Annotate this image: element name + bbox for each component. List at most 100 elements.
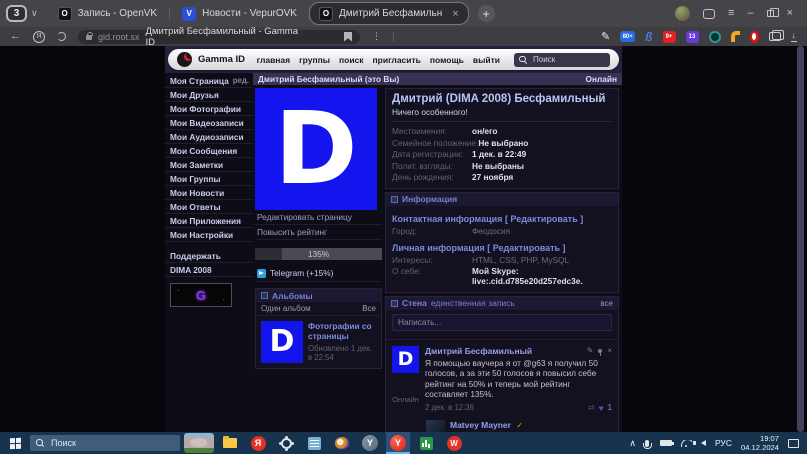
- post-pin-icon[interactable]: [598, 349, 602, 353]
- teal-extension-icon[interactable]: [709, 31, 721, 43]
- raise-rating-link[interactable]: Повысить рейтинг: [255, 225, 382, 240]
- toolbar-dots-icon[interactable]: ⋮: [372, 32, 381, 41]
- blue-badge-extension-icon[interactable]: 80+: [620, 31, 635, 42]
- spreadsheet-app-button[interactable]: [414, 432, 438, 454]
- personal-edit-link[interactable]: [ Редактировать ]: [487, 243, 565, 253]
- taskbar-search-box[interactable]: [30, 435, 180, 451]
- downloads-icon[interactable]: ↓: [791, 31, 798, 42]
- widgets-rhino-button[interactable]: [184, 433, 214, 453]
- edit-page-link[interactable]: Редактировать страницу: [255, 210, 382, 225]
- profile-avatar[interactable]: D: [255, 88, 377, 210]
- tab-openvk[interactable]: O Запись - OpenVK: [46, 0, 170, 27]
- beta-extension-icon[interactable]: ß: [645, 30, 652, 44]
- nav-search[interactable]: поиск: [339, 55, 364, 65]
- file-explorer-button[interactable]: [218, 432, 242, 454]
- album-thumbnail[interactable]: D: [261, 321, 303, 363]
- nav-home[interactable]: главная: [257, 55, 291, 65]
- orange-extension-icon[interactable]: [731, 31, 740, 42]
- post-like-icon[interactable]: ♥: [599, 403, 604, 413]
- sidebar-item-apps[interactable]: Мои Приложения: [165, 214, 253, 228]
- tab-close-icon[interactable]: ×: [452, 8, 458, 20]
- pen-extension-icon[interactable]: ✎: [601, 30, 610, 43]
- collections-extension-icon[interactable]: [769, 32, 781, 41]
- yandex-services-icon[interactable]: Я: [33, 31, 45, 43]
- refresh-icon[interactable]: [57, 32, 66, 41]
- notes-app-button[interactable]: [302, 432, 326, 454]
- album-title-link[interactable]: Фотографии со страницы: [308, 321, 376, 342]
- sidebar-item-audios[interactable]: Мои Аудиозаписи: [165, 130, 253, 144]
- battery-icon[interactable]: [660, 440, 672, 446]
- comment-author-avatar[interactable]: [426, 420, 445, 432]
- bookmark-icon[interactable]: [344, 32, 352, 42]
- language-indicator[interactable]: РУС: [715, 438, 732, 448]
- red-oval-extension-icon[interactable]: [750, 31, 759, 43]
- sidebar-item-support[interactable]: Поддержать: [165, 249, 253, 263]
- wall-all-link[interactable]: все: [600, 299, 613, 308]
- sidebar-item-friends[interactable]: Мои Друзья: [165, 88, 253, 102]
- comment-author-link[interactable]: Matvey Mayner: [450, 420, 511, 430]
- sidebar-item-videos[interactable]: Мои Видеозаписи: [165, 116, 253, 130]
- post-delete-icon[interactable]: ×: [607, 346, 612, 355]
- gamma-id-logo-icon[interactable]: [177, 52, 192, 67]
- sidebar-item-notes[interactable]: Мои Заметки: [165, 158, 253, 172]
- post-repost-icon[interactable]: ⇄: [588, 403, 595, 412]
- yandex-app-button[interactable]: Я: [246, 432, 270, 454]
- restore-window-icon[interactable]: [767, 10, 774, 17]
- address-bar[interactable]: gid.root.sx Дмитрий Бесфамильный - Gamma…: [78, 30, 360, 44]
- profile-status-text[interactable]: Ничего особенного!: [392, 107, 612, 117]
- information-title[interactable]: Информация: [402, 194, 457, 204]
- new-tab-button[interactable]: +: [478, 5, 495, 22]
- post-date-link[interactable]: 2 дек. в 12:36: [425, 403, 474, 412]
- sidebar-item-answers[interactable]: Мои Ответы: [165, 200, 253, 214]
- close-window-icon[interactable]: ×: [787, 8, 793, 19]
- sidebar-item-groups[interactable]: Мои Группы: [165, 172, 253, 186]
- sidebar-ad-banner[interactable]: G: [170, 283, 232, 307]
- yandex-browser-active-button[interactable]: Y: [386, 432, 410, 454]
- minimize-icon[interactable]: –: [747, 8, 753, 19]
- contact-edit-link[interactable]: [ Редактировать ]: [505, 214, 583, 224]
- site-search-input[interactable]: [531, 54, 603, 65]
- chevron-down-icon[interactable]: ∨: [31, 8, 38, 19]
- wall-compose-input[interactable]: [392, 314, 612, 331]
- volume-icon[interactable]: [701, 440, 706, 446]
- telegram-bonus-link[interactable]: Telegram (+15%): [255, 267, 382, 282]
- sidebar-edit-link[interactable]: ред.: [233, 76, 249, 85]
- back-icon[interactable]: ←: [10, 31, 21, 42]
- sidebar-item-news[interactable]: Мои Новости: [165, 186, 253, 200]
- purple-badge-extension-icon[interactable]: 13: [686, 31, 699, 43]
- sidebar-item-settings[interactable]: Мои Настройки: [165, 228, 253, 242]
- post-author-link[interactable]: Дмитрий Бесфамильный: [425, 346, 532, 356]
- browser-profile-avatar[interactable]: [675, 6, 690, 21]
- wall-title[interactable]: Стена: [402, 298, 427, 308]
- settings-button[interactable]: [274, 432, 298, 454]
- nav-logout[interactable]: выйти: [473, 55, 500, 65]
- tab-active-gamma-id[interactable]: O Дмитрий Бесфамильн ×: [310, 3, 468, 24]
- notification-center-icon[interactable]: [788, 439, 799, 448]
- chat-icon[interactable]: [703, 9, 715, 19]
- albums-all-link[interactable]: Все: [362, 304, 376, 313]
- tab-vepurovk[interactable]: V Новости - VepurOVK: [170, 0, 309, 27]
- nav-help[interactable]: помощь: [430, 55, 464, 65]
- wifi-icon[interactable]: [681, 440, 692, 447]
- microphone-icon[interactable]: [645, 440, 649, 447]
- album-item[interactable]: D Фотографии со страницы Обновлено 1 дек…: [256, 316, 381, 368]
- start-button[interactable]: [4, 432, 26, 454]
- albums-title[interactable]: Альбомы: [272, 291, 313, 301]
- sidebar-item-messages[interactable]: Мои Сообщения: [165, 144, 253, 158]
- post-author-avatar[interactable]: D: [392, 346, 419, 373]
- browser-menu-icon[interactable]: ≡: [728, 8, 734, 19]
- site-search-box[interactable]: [514, 53, 610, 67]
- site-brand[interactable]: Gamma ID: [198, 54, 245, 65]
- nav-groups[interactable]: группы: [299, 55, 330, 65]
- red-badge-extension-icon[interactable]: 9+: [663, 31, 676, 43]
- clock[interactable]: 19:07 04.12.2024: [741, 434, 779, 452]
- sidebar-item-my-page[interactable]: Моя Страница ред.: [165, 74, 253, 88]
- tab-counter-button[interactable]: 3: [6, 5, 27, 22]
- browser-button[interactable]: Y: [358, 432, 382, 454]
- tray-expand-icon[interactable]: ∧: [629, 438, 636, 449]
- wps-office-button[interactable]: W: [442, 432, 466, 454]
- sidebar-item-photos[interactable]: Мои Фотографии: [165, 102, 253, 116]
- taskbar-search-input[interactable]: [49, 437, 159, 449]
- nav-invite[interactable]: пригласить: [373, 55, 421, 65]
- post-edit-icon[interactable]: ✎: [587, 346, 594, 355]
